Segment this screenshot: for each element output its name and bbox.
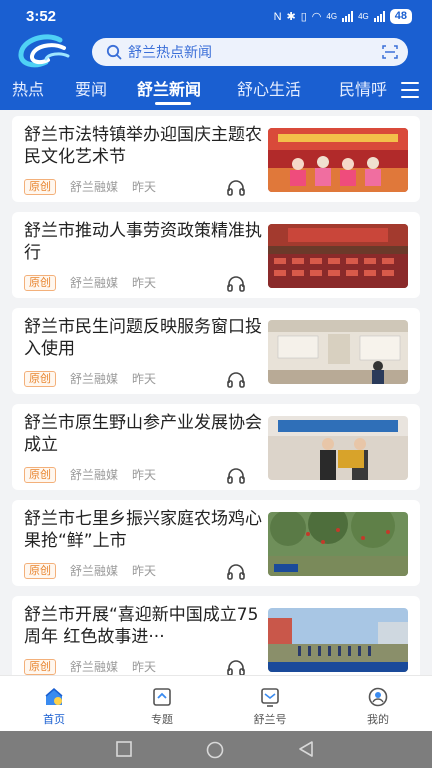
battery-indicator: 48 [389, 9, 412, 24]
headphones-icon[interactable] [226, 370, 246, 388]
news-meta: 原创 舒兰融媒 昨天 [24, 466, 156, 483]
news-date: 昨天 [132, 372, 157, 386]
nav-profile[interactable]: 我的 [348, 686, 408, 727]
headphones-icon[interactable] [226, 562, 246, 580]
news-meta: 原创 舒兰融媒 昨天 [24, 658, 156, 675]
network-type-1: 4G [326, 12, 338, 21]
shulan-account-icon [261, 688, 279, 707]
news-meta: 原创 舒兰融媒 昨天 [24, 370, 156, 387]
news-source: 舒兰融媒 [70, 564, 119, 578]
signal-icon [342, 11, 354, 22]
news-feed: 舒兰市法特镇举办迎国庆主题农民文化艺术节 原创 舒兰融媒 昨天 舒兰市推动人事劳… [0, 110, 432, 675]
nav-shulan-account[interactable]: 舒兰号 [240, 686, 300, 727]
news-source: 舒兰融媒 [70, 660, 119, 674]
home-button-icon[interactable] [206, 741, 224, 759]
news-card[interactable]: 舒兰市民生问题反映服务窗口投入使用 原创 舒兰融媒 昨天 [12, 308, 420, 394]
network-type-2: 4G [358, 12, 369, 21]
news-source: 舒兰融媒 [70, 468, 119, 482]
back-icon[interactable] [298, 741, 314, 757]
nav-home[interactable]: 首页 [24, 686, 84, 727]
profile-icon [368, 687, 388, 707]
topics-icon [153, 688, 171, 706]
news-date: 昨天 [132, 564, 157, 578]
nav-shulan-account-label: 舒兰号 [253, 713, 287, 726]
news-card[interactable]: 舒兰市法特镇举办迎国庆主题农民文化艺术节 原创 舒兰融媒 昨天 [12, 116, 420, 202]
tab-life[interactable]: 舒心生活 [237, 76, 301, 100]
news-thumbnail [268, 128, 408, 192]
news-card[interactable]: 舒兰市推动人事劳资政策精准执行 原创 舒兰融媒 昨天 [12, 212, 420, 298]
category-tabs: 热点 要闻 舒兰新闻 舒心生活 民情呼 [0, 74, 432, 106]
news-source: 舒兰融媒 [70, 276, 119, 290]
search-bar[interactable]: 舒兰热点新闻 [92, 38, 408, 66]
wifi-icon: ◠ [311, 11, 322, 23]
original-tag: 原创 [24, 178, 56, 195]
headphones-icon[interactable] [226, 178, 246, 196]
vibrate-icon: ▯ [300, 11, 307, 23]
news-title: 舒兰市推动人事劳资政策精准执行 [24, 221, 262, 263]
news-title: 舒兰市民生问题反映服务窗口投入使用 [24, 317, 262, 359]
search-icon [106, 44, 122, 60]
active-tab-indicator [155, 102, 191, 105]
scan-icon[interactable] [382, 44, 398, 60]
news-card[interactable]: 舒兰市七里乡振兴家庭农场鸡心果抢“鲜”上市 原创 舒兰融媒 昨天 [12, 500, 420, 586]
search-placeholder: 舒兰热点新闻 [128, 45, 212, 61]
news-date: 昨天 [132, 180, 157, 194]
menu-icon[interactable] [401, 82, 419, 98]
news-thumbnail [268, 416, 408, 480]
news-source: 舒兰融媒 [70, 372, 119, 386]
news-card[interactable]: 舒兰市开展“喜迎新中国成立75周年 红色故事进··· 原创 舒兰融媒 昨天 [12, 596, 420, 675]
nav-topics-label: 专题 [151, 713, 173, 726]
news-title: 舒兰市法特镇举办迎国庆主题农民文化艺术节 [24, 125, 262, 167]
news-thumbnail [268, 320, 408, 384]
status-icons: N ✱ ▯ ◠ 4G 4G 48 [274, 9, 412, 24]
news-meta: 原创 舒兰融媒 昨天 [24, 274, 156, 291]
news-date: 昨天 [132, 276, 157, 290]
headphones-icon[interactable] [226, 466, 246, 484]
recents-icon[interactable] [116, 741, 132, 757]
news-source: 舒兰融媒 [70, 180, 119, 194]
status-bar: 3:52 N ✱ ▯ ◠ 4G 4G 48 [0, 0, 432, 34]
news-meta: 原创 舒兰融媒 昨天 [24, 178, 156, 195]
original-tag: 原创 [24, 658, 56, 675]
system-navigation-bar [0, 731, 432, 768]
app-header: 3:52 N ✱ ▯ ◠ 4G 4G 48 舒兰热点新闻 热点 要闻 舒兰新闻 … [0, 0, 432, 110]
news-date: 昨天 [132, 660, 157, 674]
bottom-navigation: 首页 专题 舒兰号 我的 [0, 675, 432, 731]
news-card[interactable]: 舒兰市原生野山参产业发展协会成立 原创 舒兰融媒 昨天 [12, 404, 420, 490]
bluetooth-icon: ✱ [286, 11, 296, 23]
original-tag: 原创 [24, 370, 56, 387]
news-thumbnail [268, 224, 408, 288]
tab-public-voice[interactable]: 民情呼 [339, 76, 387, 100]
signal-icon-2 [373, 11, 385, 22]
nav-topics[interactable]: 专题 [132, 686, 192, 727]
news-meta: 原创 舒兰融媒 昨天 [24, 562, 156, 579]
news-thumbnail [268, 512, 408, 576]
nav-home-label: 首页 [43, 713, 65, 726]
headphones-icon[interactable] [226, 274, 246, 292]
news-title: 舒兰市七里乡振兴家庭农场鸡心果抢“鲜”上市 [24, 509, 262, 551]
original-tag: 原创 [24, 466, 56, 483]
nav-profile-label: 我的 [367, 713, 389, 726]
tab-headlines[interactable]: 要闻 [75, 76, 107, 100]
home-icon [45, 688, 63, 705]
nfc-icon: N [273, 10, 282, 23]
original-tag: 原创 [24, 562, 56, 579]
tab-shulan-news[interactable]: 舒兰新闻 [137, 76, 201, 100]
app-logo [18, 34, 70, 68]
news-thumbnail [268, 608, 408, 672]
status-time: 3:52 [26, 8, 57, 25]
news-title: 舒兰市开展“喜迎新中国成立75周年 红色故事进··· [24, 605, 259, 647]
news-title: 舒兰市原生野山参产业发展协会成立 [24, 413, 262, 455]
headphones-icon[interactable] [226, 658, 246, 675]
tab-hot[interactable]: 热点 [12, 76, 44, 100]
original-tag: 原创 [24, 274, 56, 291]
news-date: 昨天 [132, 468, 157, 482]
